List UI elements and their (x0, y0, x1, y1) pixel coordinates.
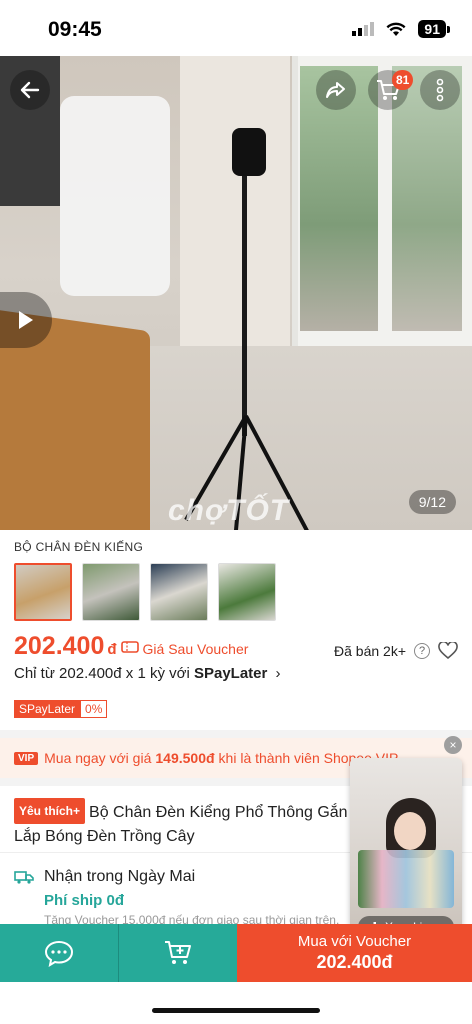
buy-with-voucher-button[interactable]: Mua với Voucher 202.400đ (237, 924, 472, 982)
share-icon (326, 82, 345, 98)
vip-text-before: Mua ngay với giá (44, 750, 152, 766)
arrow-left-icon (20, 81, 40, 99)
paylater-brand: SPayLater (193, 665, 268, 682)
more-button[interactable] (420, 70, 460, 110)
chat-button[interactable] (0, 924, 118, 982)
wifi-icon (386, 22, 406, 36)
back-button[interactable] (10, 70, 50, 110)
cart-count-badge: 81 (392, 70, 414, 90)
sold-info: Đã bán 2k+ ? (334, 642, 458, 660)
vip-amount: 149.500đ (155, 750, 215, 766)
price: 202.400 (14, 632, 105, 660)
live-stream-preview[interactable]: Xem Live › (350, 758, 462, 944)
heart-icon[interactable] (438, 642, 458, 660)
share-button[interactable] (316, 70, 356, 110)
play-icon (19, 311, 33, 329)
add-to-cart-button[interactable] (119, 924, 237, 982)
signal-bars-icon (352, 22, 375, 36)
watermark-logo: chợTỐT (168, 494, 290, 527)
price-currency: đ (107, 641, 117, 658)
favorite-badge: Yêu thích+ (14, 798, 86, 824)
paylater-line[interactable]: Chỉ từ 202.400đ x 1 kỳ với SPayLater › (14, 665, 281, 682)
thumbnail-1[interactable] (14, 563, 72, 621)
close-live-button[interactable]: × (444, 736, 462, 754)
product-title: Yêu thích+ Bộ Chân Đèn Kiểng Phổ Thông Gắ… (14, 798, 354, 849)
buy-price: 202.400đ (316, 952, 393, 972)
light-stand-pole (242, 136, 247, 436)
thumbnail-4[interactable] (218, 563, 276, 621)
chat-icon (44, 940, 74, 967)
spaylater-tag: SPayLater (14, 700, 81, 718)
section-divider (0, 730, 472, 738)
shipping-section[interactable]: Nhận trong Ngày Mai Phí ship 0đ Tặng Vou… (14, 868, 339, 927)
chevron-right-icon: › (275, 665, 281, 682)
help-icon[interactable]: ? (414, 643, 430, 659)
image-counter: 9/12 (408, 490, 456, 514)
delivery-time: Nhận trong Ngày Mai (44, 868, 196, 885)
buy-label: Mua với Voucher (297, 933, 412, 950)
spaylater-tags: SPayLater 0% (14, 700, 108, 718)
light-stand-head (232, 128, 266, 176)
thumbnail-strip (14, 563, 276, 621)
more-vertical-icon (436, 78, 444, 102)
thumbnail-2[interactable] (82, 563, 140, 621)
vip-badge: VIP (14, 751, 39, 765)
voucher-icon (120, 641, 139, 653)
sold-count: Đã bán 2k+ (334, 643, 406, 659)
status-time: 09:45 (48, 18, 102, 41)
status-bar: 09:45 91 (0, 0, 472, 60)
battery-indicator: 91 (418, 20, 450, 38)
add-to-cart-icon (165, 941, 191, 964)
product-image-carousel[interactable] (0, 56, 472, 530)
shipping-fee: Phí ship 0đ (44, 892, 125, 909)
thumbnail-3[interactable] (150, 563, 208, 621)
voucher-price-label: Giá Sau Voucher (142, 641, 249, 657)
home-indicator (152, 1008, 320, 1013)
spaylater-rate: 0% (80, 700, 108, 718)
product-variant-name: BỘ CHÂN ĐÈN KIẾNG (14, 540, 144, 554)
truck-icon (14, 871, 34, 884)
bottom-action-bar: Mua với Voucher 202.400đ (0, 924, 472, 982)
paylater-prefix: Chỉ từ 202.400đ x 1 kỳ với (14, 665, 194, 682)
status-icons: 91 (352, 20, 450, 38)
